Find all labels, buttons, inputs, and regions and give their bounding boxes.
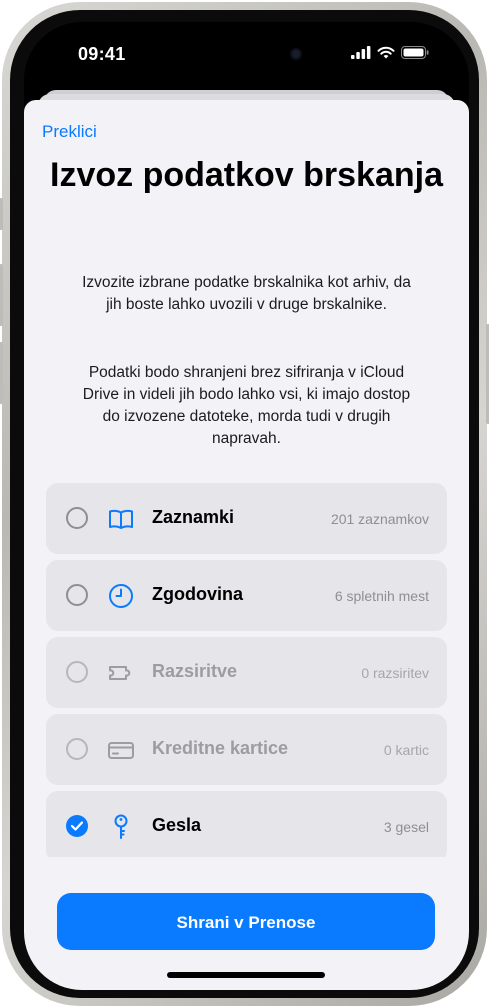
- dynamic-island: [198, 38, 302, 70]
- option-label: Gesla: [152, 815, 202, 835]
- option-label: Zgodovina: [152, 584, 243, 604]
- radio-checked-icon[interactable]: [66, 815, 88, 837]
- volume-up-button: [0, 264, 3, 326]
- option-label: Kreditne kartice: [152, 738, 289, 758]
- wifi-icon: [377, 46, 395, 59]
- description-warning: Podatki bodo shranjeni brez sifriranja v…: [82, 364, 411, 447]
- option-count: 3 gesel: [383, 819, 429, 835]
- option-count: 6 spletnih mest: [334, 588, 429, 604]
- credit-card-icon: [108, 742, 134, 759]
- export-sheet: Preklici Izvoz podatkov brskanja Izvozit…: [24, 100, 469, 990]
- battery-icon: [401, 46, 429, 59]
- key-icon: [114, 814, 128, 839]
- clock-icon: [109, 584, 133, 608]
- option-count: 0 razsiritev: [361, 665, 429, 681]
- puzzle-icon: [109, 666, 131, 680]
- radio-disabled-icon: [66, 661, 88, 683]
- option-row-bookmarks[interactable]: Zaznamki 201 zaznamkov: [46, 483, 447, 554]
- option-count: 201 zaznamkov: [330, 511, 429, 527]
- option-label: Razsiritve: [152, 661, 238, 681]
- option-row-history[interactable]: Zgodovina 6 spletnih mest: [46, 560, 447, 631]
- status-icons: [351, 46, 429, 59]
- radio-disabled-icon: [66, 738, 88, 760]
- export-options-list: Zaznamki 201 zaznamkov Zgodovina 6 splet…: [46, 483, 447, 857]
- camera-icon: [290, 48, 302, 60]
- save-to-downloads-button[interactable]: Shrani v Prenose: [57, 893, 435, 950]
- status-bar: 09:41: [24, 22, 469, 86]
- option-row-extensions: Razsiritve 0 razsiritev: [46, 637, 447, 708]
- option-label: Zaznamki: [152, 507, 235, 527]
- book-icon: [109, 509, 133, 529]
- volume-down-button: [0, 342, 3, 404]
- cellular-signal-icon: [351, 46, 371, 59]
- option-row-passwords[interactable]: Gesla 3 gesel: [46, 791, 447, 857]
- home-indicator: [167, 972, 325, 978]
- screen: 09:41 Preklici Izvoz podatkov brskanja I…: [24, 22, 469, 990]
- option-count: 0 kartic: [383, 742, 429, 758]
- cancel-button[interactable]: Preklici: [42, 122, 97, 142]
- page-title: Izvoz podatkov brskanja: [50, 156, 443, 194]
- checkmark-icon: [71, 821, 83, 831]
- description-export: Izvozite izbrane podatke brskalnika kot …: [82, 274, 411, 313]
- status-time: 09:41: [78, 44, 126, 64]
- radio-unchecked-icon[interactable]: [66, 507, 88, 529]
- option-row-credit-cards: Kreditne kartice 0 kartic: [46, 714, 447, 785]
- action-button: [0, 198, 3, 230]
- radio-unchecked-icon[interactable]: [66, 584, 88, 606]
